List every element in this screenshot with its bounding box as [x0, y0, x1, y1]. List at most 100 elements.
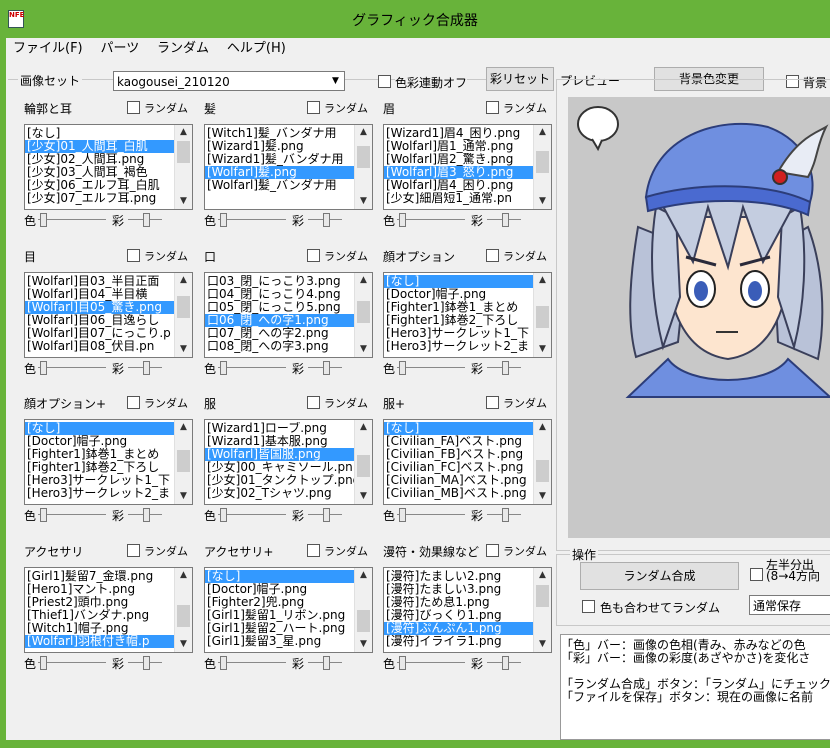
hue-slider[interactable] [38, 213, 106, 227]
split-checkbox[interactable] [750, 568, 763, 581]
scroll-thumb[interactable] [357, 301, 370, 323]
random-checkbox[interactable] [127, 101, 140, 114]
scroll-up-icon[interactable]: ▲ [355, 568, 372, 583]
list-item[interactable]: [少女]01_人間耳_白肌 [25, 140, 174, 153]
scroll-down-icon[interactable]: ▼ [355, 194, 372, 209]
scroll-thumb[interactable] [536, 585, 549, 607]
list-item[interactable]: [Wizard1]髪.png [205, 140, 354, 153]
list-item[interactable]: [漫符]イライラ1.png [384, 635, 533, 648]
list-item[interactable]: [少女]03_人間耳_褐色 [25, 166, 174, 179]
list-item[interactable]: [Wolfarl]目04_半目横 [25, 288, 174, 301]
list-item[interactable]: [少女]07_エルフ耳.png [25, 192, 174, 205]
sat-slider[interactable] [487, 361, 521, 375]
list-item[interactable]: [漫符]たましい3.png [384, 583, 533, 596]
part-listbox[interactable]: [Witch1]髪_バンダナ用 [Wizard1]髪.png [Wizard1]髪_… [204, 124, 373, 210]
scroll-thumb[interactable] [536, 306, 549, 328]
sat-slider[interactable] [128, 361, 162, 375]
list-item[interactable]: [少女]02_人間耳.png [25, 153, 174, 166]
sat-slider[interactable] [308, 361, 342, 375]
random-checkbox[interactable] [127, 544, 140, 557]
hue-slider[interactable] [38, 656, 106, 670]
list-item[interactable]: 口05_閉_にっこり5.png [205, 301, 354, 314]
hue-slider[interactable] [397, 361, 465, 375]
list-item[interactable]: [Fighter1]鉢巻2_下ろし [384, 314, 533, 327]
menu-random[interactable]: ランダム [150, 38, 216, 60]
list-item[interactable]: [少女]01_タンクトップ.png [205, 474, 354, 487]
list-item[interactable]: [Civilian_FA]ベスト.png [384, 435, 533, 448]
sat-slider[interactable] [487, 656, 521, 670]
list-item[interactable]: 口03_閉_にっこり3.png [205, 275, 354, 288]
list-item[interactable]: [なし] [25, 422, 174, 435]
random-checkbox[interactable] [307, 101, 320, 114]
part-listbox[interactable]: [なし] [Civilian_FA]ベスト.png [Civilian_FB]ベスト… [383, 419, 552, 505]
chevron-down-icon[interactable]: ▼ [327, 72, 344, 90]
hue-slider[interactable] [397, 508, 465, 522]
scroll-down-icon[interactable]: ▼ [175, 637, 192, 652]
list-item[interactable]: [Wolfarl]髪.png [205, 166, 354, 179]
part-listbox[interactable]: [なし] [Doctor]帽子.png [Fighter1]鉢巻1_まとめ [Figh… [24, 419, 193, 505]
part-listbox[interactable]: [なし] [Doctor]帽子.png [Fighter1]鉢巻1_まとめ [Figh… [383, 272, 552, 358]
scroll-down-icon[interactable]: ▼ [355, 489, 372, 504]
list-item[interactable]: [Hero3]サークレット1_下 [384, 327, 533, 340]
list-item[interactable]: [Girl1]髪留2_ハート.png [205, 622, 354, 635]
scroll-down-icon[interactable]: ▼ [355, 342, 372, 357]
hue-slider[interactable] [38, 508, 106, 522]
random-compose-button[interactable]: ランダム合成 [580, 562, 739, 590]
list-item[interactable]: [Wizard1]基本服.png [205, 435, 354, 448]
scroll-thumb[interactable] [357, 455, 370, 477]
scrollbar[interactable]: ▲ ▼ [533, 125, 551, 209]
sat-slider[interactable] [487, 213, 521, 227]
random-checkbox[interactable] [486, 249, 499, 262]
list-item[interactable]: [Civilian_MA]ベスト.png [384, 474, 533, 487]
scroll-down-icon[interactable]: ▼ [175, 342, 192, 357]
scroll-down-icon[interactable]: ▼ [175, 194, 192, 209]
scroll-thumb[interactable] [177, 141, 190, 163]
list-item[interactable]: [Wolfarl]目06_目逸らし [25, 314, 174, 327]
list-item[interactable]: [Wolfarl]目05_驚き.png [25, 301, 174, 314]
random-checkbox[interactable] [127, 249, 140, 262]
list-item[interactable]: [Hero3]サークレット2_ま [25, 487, 174, 500]
list-item[interactable]: [Doctor]帽子.png [384, 288, 533, 301]
list-item[interactable]: [なし] [384, 422, 533, 435]
list-item[interactable]: [Wizard1]ローブ.png [205, 422, 354, 435]
scrollbar[interactable]: ▲ ▼ [354, 568, 372, 652]
list-item[interactable]: [Girl1]髪留1_リボン.png [205, 609, 354, 622]
list-item[interactable]: [Wolfarl]眉4_困り.png [384, 179, 533, 192]
scroll-thumb[interactable] [177, 296, 190, 318]
list-item[interactable]: [Wolfarl]目08_伏目.pn [25, 340, 174, 353]
scroll-thumb[interactable] [357, 146, 370, 168]
scroll-down-icon[interactable]: ▼ [175, 489, 192, 504]
scroll-thumb[interactable] [357, 610, 370, 632]
scroll-up-icon[interactable]: ▲ [534, 420, 551, 435]
list-item[interactable]: [少女]06_エルフ耳_白肌 [25, 179, 174, 192]
list-item[interactable]: [Wolfarl]羽根付き帽.p [25, 635, 174, 648]
hue-slider[interactable] [397, 656, 465, 670]
scroll-thumb[interactable] [177, 450, 190, 472]
list-item[interactable]: [Wizard1]眉4_困り.png [384, 127, 533, 140]
hue-slider[interactable] [38, 361, 106, 375]
color-link-checkbox[interactable] [378, 75, 391, 88]
part-listbox[interactable]: [Wizard1]眉4_困り.png [Wolfarl]眉1_通常.png [Wol… [383, 124, 552, 210]
part-listbox[interactable]: [Wizard1]ローブ.png [Wizard1]基本服.png [Wolfarl… [204, 419, 373, 505]
hue-slider[interactable] [397, 213, 465, 227]
scroll-up-icon[interactable]: ▲ [534, 568, 551, 583]
list-item[interactable]: [Wolfarl]髪_バンダナ用 [205, 179, 354, 192]
scrollbar[interactable]: ▲ ▼ [533, 568, 551, 652]
list-item[interactable]: [少女]細眉短1_通常.pn [384, 192, 533, 205]
random-checkbox[interactable] [307, 249, 320, 262]
list-item[interactable]: [Fighter2]兜.png [205, 596, 354, 609]
part-listbox[interactable]: [Girl1]髪留7_金環.png [Hero1]マント.png [Priest2]… [24, 567, 193, 653]
scroll-up-icon[interactable]: ▲ [355, 273, 372, 288]
color-reset-button[interactable]: 彩リセット [486, 67, 554, 91]
menu-file[interactable]: ファイル(F) [6, 38, 90, 60]
scrollbar[interactable]: ▲ ▼ [533, 420, 551, 504]
random-checkbox[interactable] [307, 544, 320, 557]
scroll-down-icon[interactable]: ▼ [534, 489, 551, 504]
scroll-down-icon[interactable]: ▼ [534, 194, 551, 209]
sat-slider[interactable] [487, 508, 521, 522]
random-checkbox[interactable] [486, 396, 499, 409]
sat-slider[interactable] [128, 508, 162, 522]
list-item[interactable]: [Civilian_MB]ベスト.png [384, 487, 533, 500]
scrollbar[interactable]: ▲ ▼ [354, 273, 372, 357]
scroll-down-icon[interactable]: ▼ [534, 342, 551, 357]
